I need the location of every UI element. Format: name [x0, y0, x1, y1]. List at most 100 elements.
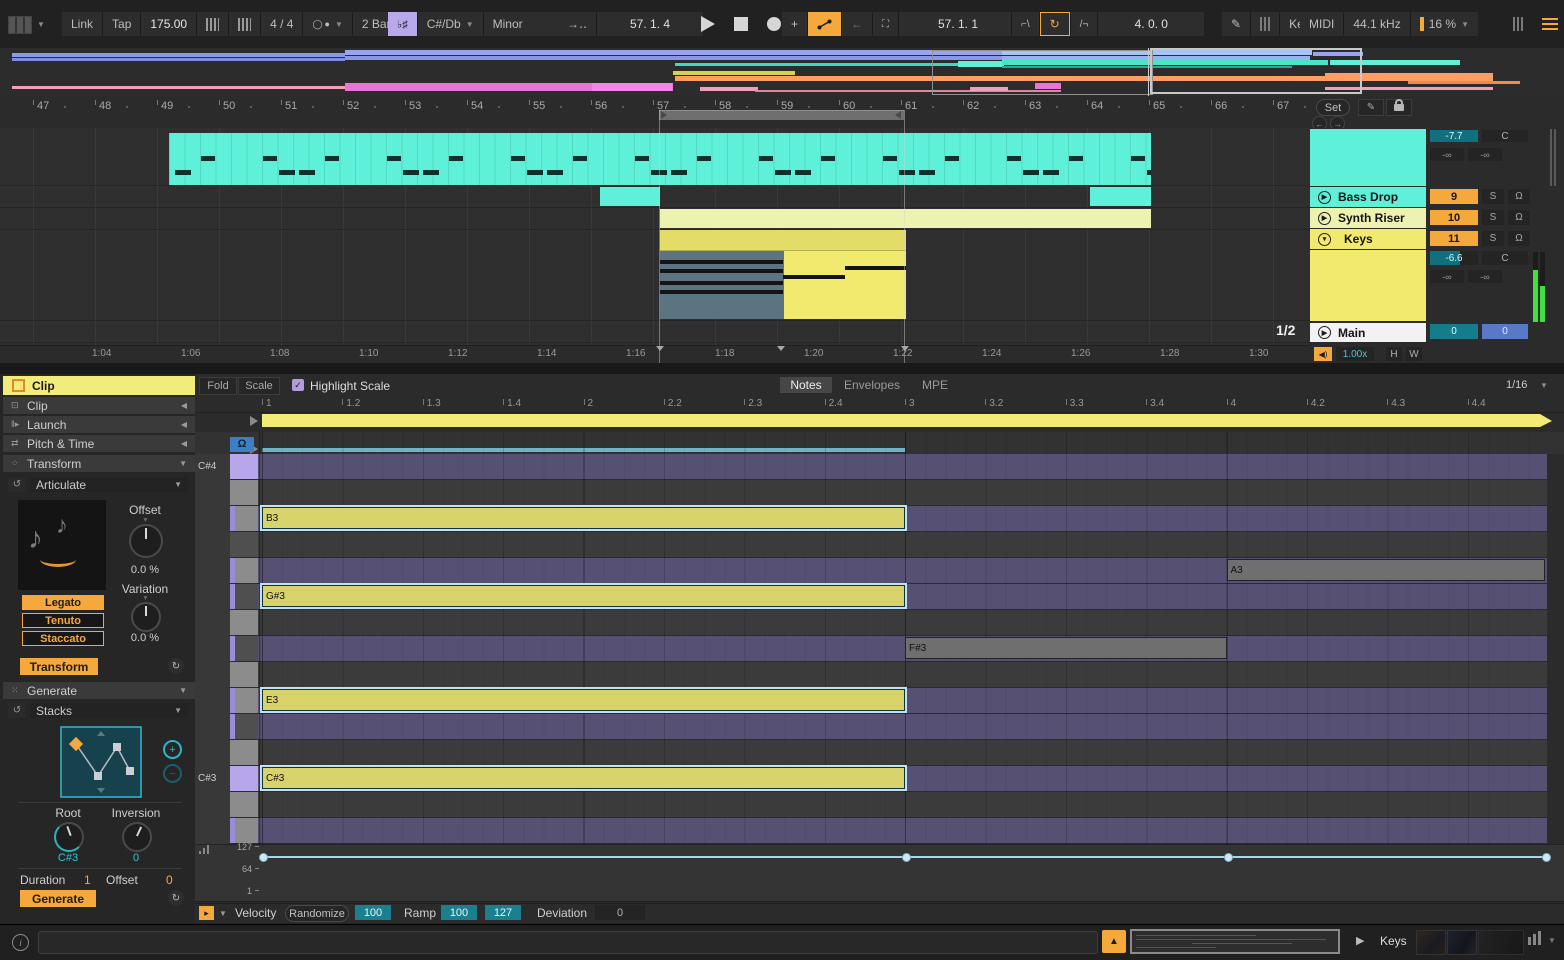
piano-key-D3[interactable] — [230, 740, 258, 765]
velocity-point[interactable] — [1542, 853, 1551, 862]
freeze-button-keys[interactable]: Ω — [1508, 231, 1530, 246]
clip-tab[interactable]: Clip — [3, 376, 195, 395]
section-transform[interactable]: ⁘Transform▼ — [3, 455, 195, 472]
add-locator-button[interactable]: + — [782, 12, 807, 36]
tab-envelopes[interactable]: Envelopes — [838, 377, 906, 393]
info-icon[interactable]: i — [12, 934, 29, 951]
piano-key-C4[interactable] — [230, 480, 258, 505]
pane-divider[interactable] — [0, 363, 1564, 374]
scrollbar[interactable] — [1554, 129, 1556, 186]
duration-value[interactable]: 1 — [84, 873, 91, 887]
midi-note-G#3[interactable]: G#3 — [262, 585, 905, 607]
follow-button[interactable]: →‥ — [558, 12, 596, 36]
main-pan-field[interactable]: 0 — [1482, 324, 1528, 339]
track-header-bass-drop[interactable]: ▶ Bass Drop — [1310, 187, 1426, 207]
randomize-button[interactable]: Randomize — [285, 905, 349, 922]
tempo-field[interactable]: 175.00 — [141, 12, 196, 36]
transform-preset-select[interactable]: Articulate▼ — [30, 477, 188, 492]
punch-out-button[interactable]: /¬ — [1071, 12, 1098, 36]
headphone-preview-button[interactable]: Ω — [230, 437, 254, 452]
draw-automation-button[interactable]: ✎ — [1358, 99, 1384, 116]
zoom-factor-field[interactable]: 1.00x — [1336, 347, 1374, 361]
section-pitch-time[interactable]: ⇄Pitch & Time◀ — [3, 435, 195, 452]
tenuto-button[interactable]: Tenuto — [22, 613, 104, 628]
solo-button-keys[interactable]: S — [1482, 231, 1504, 246]
loop-start-field[interactable]: 57. 1. 1 — [905, 12, 1011, 36]
velocity-lane[interactable] — [195, 844, 1564, 902]
bar-number[interactable]: 56 — [595, 100, 607, 112]
link-button[interactable]: Link — [62, 12, 102, 36]
menu-button[interactable] — [1533, 12, 1564, 36]
add-node-button[interactable]: + — [163, 740, 182, 759]
audition-button[interactable]: ◀) — [1314, 347, 1332, 361]
offset-value[interactable]: 0.0 % — [108, 564, 182, 576]
track-volume-field[interactable]: -7.7 — [1430, 130, 1478, 142]
loop-brace[interactable] — [659, 110, 904, 120]
section-clip[interactable]: ⊡Clip◀ — [3, 397, 195, 414]
device-thumbnail[interactable] — [1478, 930, 1524, 955]
pr-loop-bar[interactable] — [262, 414, 1540, 427]
bar-number[interactable]: 66 — [1215, 100, 1227, 112]
zoom-width-button[interactable]: W — [1406, 347, 1422, 361]
meter-icon[interactable] — [1528, 937, 1531, 945]
tap-button[interactable]: Tap — [103, 12, 140, 36]
chevron-left-icon[interactable]: ◀ — [181, 420, 187, 429]
root-value[interactable]: C#3 — [34, 852, 102, 864]
lock-envelopes-button[interactable] — [1386, 99, 1412, 116]
chevron-down-icon[interactable]: ▼ — [179, 686, 187, 695]
arrangement-clip-fill[interactable] — [600, 187, 660, 206]
bar-number[interactable]: 62 — [967, 100, 979, 112]
section-launch[interactable]: ‖▸Launch◀ — [3, 416, 195, 433]
midi-note-B3[interactable]: B3 — [262, 507, 905, 529]
midi-map-button[interactable]: MIDI — [1300, 12, 1343, 36]
chevron-down-icon[interactable]: ▼ — [335, 20, 343, 29]
bar-number[interactable]: 54 — [471, 100, 483, 112]
time-ruler-marker[interactable] — [901, 346, 909, 351]
bar-number[interactable]: 50 — [223, 100, 235, 112]
send-a-keys[interactable]: -∞ — [1430, 270, 1464, 283]
send-b-keys[interactable]: -∞ — [1468, 270, 1502, 283]
device-thumbnail[interactable] — [1447, 930, 1477, 955]
nudge-down-button[interactable] — [197, 12, 228, 36]
cpu-meter[interactable]: 16 %▼ — [1411, 12, 1478, 36]
set-locator-button[interactable]: Set — [1316, 99, 1350, 116]
computer-midi-keyboard-button[interactable] — [1251, 12, 1279, 36]
play-button[interactable] — [692, 12, 724, 36]
freeze-button-synth-riser[interactable]: Ω — [1508, 210, 1530, 225]
bar-number[interactable]: 65 — [1153, 100, 1165, 112]
root-knob[interactable] — [54, 822, 84, 852]
variation-knob[interactable] — [131, 602, 161, 632]
midi-note-C#3[interactable]: C#3 — [262, 767, 905, 789]
pr-loop-start-marker[interactable] — [250, 416, 258, 426]
piano-key-A#3[interactable] — [230, 532, 258, 557]
generate-refresh-button[interactable]: ↻ — [168, 890, 184, 906]
fold-button[interactable]: Fold — [199, 377, 237, 395]
bar-number[interactable]: 51 — [285, 100, 297, 112]
piano-key-F3[interactable] — [230, 662, 258, 687]
piano-key-C#3[interactable] — [230, 766, 258, 791]
track-header-synth-riser[interactable]: ▶ Synth Riser — [1310, 208, 1426, 228]
bar-number[interactable]: 53 — [409, 100, 421, 112]
chevron-down-icon[interactable]: ▼ — [1548, 936, 1556, 945]
track-volume-keys[interactable]: -6.6 — [1430, 251, 1478, 265]
re-enable-automation-button[interactable]: ← — [842, 12, 872, 36]
time-ruler-marker[interactable] — [656, 346, 664, 351]
piano-key-C#4[interactable] — [230, 454, 258, 479]
pitch-row-F3[interactable] — [258, 662, 1547, 687]
pitch-row-D3[interactable] — [258, 740, 1547, 765]
freeze-button-bass-drop[interactable]: Ω — [1508, 189, 1530, 204]
variation-value[interactable]: 0.0 % — [108, 632, 182, 644]
time-ruler-marker[interactable] — [777, 346, 785, 351]
play-icon[interactable]: ▶ — [1318, 191, 1331, 204]
back-to-arrangement-button[interactable]: ⛶ — [873, 12, 898, 36]
pitch-row-C#4[interactable] — [258, 454, 1547, 479]
arrangement-minimap[interactable] — [1130, 929, 1340, 954]
pitch-row-G3[interactable] — [258, 610, 1547, 635]
generate-apply-button[interactable]: Generate — [20, 890, 96, 907]
loop-length-field[interactable]: 4. 0. 0 — [1098, 12, 1204, 36]
bar-number[interactable]: 47 — [37, 100, 49, 112]
midi-channel-synth-riser[interactable]: 10 — [1430, 210, 1478, 225]
remove-node-button[interactable]: − — [163, 764, 182, 783]
track-color-block[interactable] — [1310, 129, 1426, 186]
midi-channel-keys[interactable]: 11 — [1430, 231, 1478, 246]
